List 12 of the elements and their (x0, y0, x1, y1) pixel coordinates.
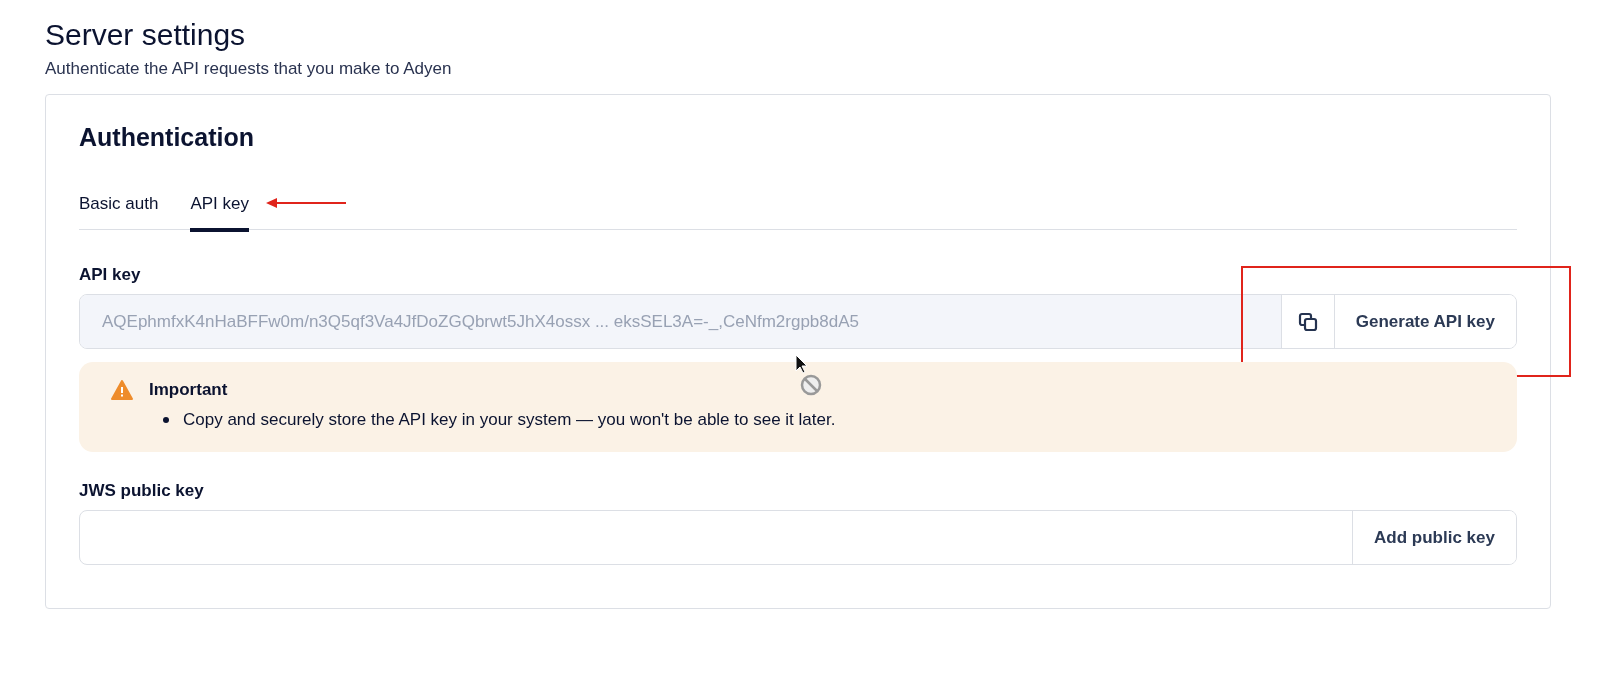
cursor-icon (794, 354, 824, 396)
tab[interactable]: Basic auth (79, 182, 159, 232)
notice-text: Copy and securely store the API key in your system — you won't be able to see it later. (183, 410, 836, 430)
notice-title: Important (149, 380, 228, 400)
warning-icon (111, 380, 133, 400)
page-subtitle: Authenticate the API requests that you make to Adyen (45, 58, 453, 80)
field-label: API key (79, 264, 142, 286)
bullet-icon (163, 417, 169, 423)
field-label: JWS public key (79, 480, 205, 502)
page-title: Server settings (45, 17, 247, 53)
tab[interactable]: API key (190, 182, 249, 232)
section-heading: Authentication (79, 122, 255, 153)
